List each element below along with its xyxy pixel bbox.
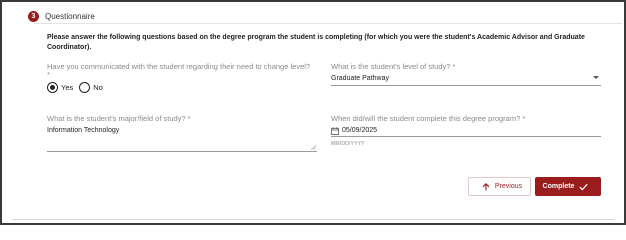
previous-button-label: Previous [494,183,523,190]
complete-button[interactable]: Complete [535,177,601,196]
resize-grip-icon[interactable] [311,145,316,150]
completion-date-value: 05/09/2025 [342,127,378,134]
questionnaire-panel: 3 Questionnaire Please answer the follow… [0,0,626,225]
major-value: Information Technology [47,127,120,134]
communicated-question-label: Have you communicated with the student r… [47,62,311,71]
instructions-text: Please answer the following questions ba… [47,34,585,51]
radio-label-yes: Yes [61,83,74,92]
level-of-study-label: What is the student's level of study? * [331,62,456,71]
radio-unselected-icon[interactable] [79,82,91,93]
radio-selected-icon[interactable] [47,82,58,93]
calendar-icon[interactable] [331,126,339,135]
radio-option-yes[interactable]: Yes [47,82,73,93]
header-divider [34,23,622,24]
completion-date-label: When did/will the student complete this … [331,114,526,123]
step-number-badge: 3 [28,10,39,22]
radio-label-no: No [93,83,103,92]
level-of-study-select[interactable]: Graduate Pathway [331,72,601,86]
major-textarea[interactable]: Information Technology [47,125,317,152]
bottom-divider [12,219,614,220]
chevron-down-icon[interactable] [593,76,599,79]
step-header: 3 Questionnaire [28,9,95,23]
radio-option-no[interactable]: No [79,82,103,93]
completion-date-input[interactable]: 05/09/2025 [331,125,601,137]
communicated-radio-group: Yes No [47,82,109,93]
arrow-up-icon [482,182,490,191]
level-of-study-value: Graduate Pathway [331,75,389,82]
checkmark-icon [579,183,589,191]
step-title: Questionnaire [45,11,95,21]
date-format-hint: MM/DD/YYYY [331,141,365,147]
required-asterisk: * [47,72,50,79]
radio-dot [50,85,55,90]
major-label: What is the student's major/field of stu… [47,114,191,123]
complete-button-label: Complete [542,183,575,190]
previous-button[interactable]: Previous [468,177,531,196]
